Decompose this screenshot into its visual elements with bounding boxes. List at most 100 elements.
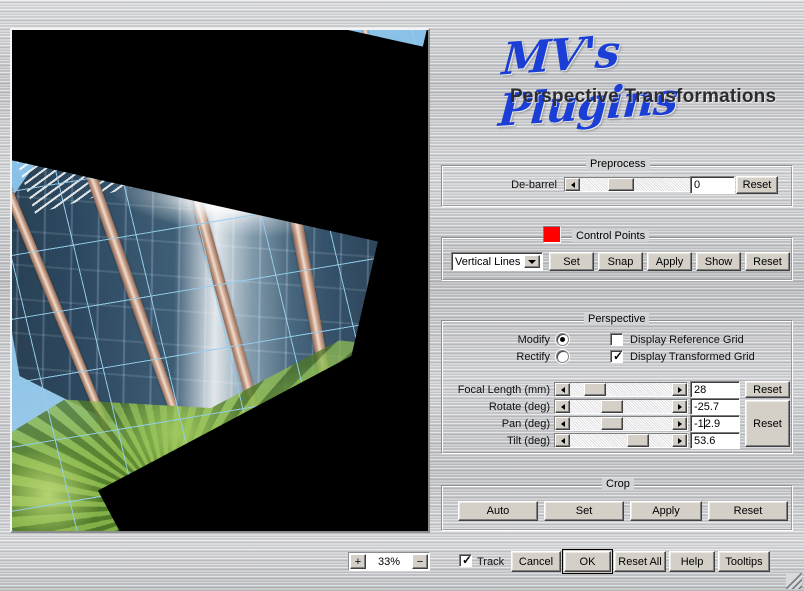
tilt-slider-right-arrow-button[interactable] (672, 434, 687, 447)
chevron-down-icon[interactable] (524, 255, 540, 268)
crop-auto-label: Auto (486, 505, 510, 517)
control-points-reset-label: Reset (753, 255, 782, 268)
control-points-set-button[interactable]: Set (549, 252, 594, 271)
control-points-snap-button[interactable]: Snap (598, 252, 643, 271)
modify-radio[interactable] (556, 333, 569, 346)
focal-length-slider-thumb[interactable] (583, 383, 606, 396)
triangle-right-icon (677, 420, 682, 427)
rotate-slider-left-arrow-button[interactable] (555, 400, 570, 413)
control-points-reset-button[interactable]: Reset (745, 252, 790, 271)
zoom-control[interactable]: + 33% − (348, 552, 430, 571)
pan-label: Pan (deg) (501, 418, 550, 430)
control-points-apply-label: Apply (655, 255, 684, 268)
crop-apply-label: Apply (652, 505, 680, 517)
perspective-reset-button[interactable]: Reset (745, 400, 790, 447)
cancel-label: Cancel (518, 555, 554, 568)
tilt-input[interactable]: 53.6 (690, 432, 740, 449)
triangle-left-icon (560, 386, 565, 393)
cancel-button[interactable]: Cancel (511, 551, 561, 572)
crop-set-button[interactable]: Set (544, 501, 624, 521)
perspective-group: Perspective Modify Rectify Display Refer… (441, 313, 793, 454)
pan-slider[interactable] (554, 416, 688, 431)
ok-label: OK (579, 555, 596, 568)
crop-group: Crop Auto Set Apply Reset (441, 478, 793, 531)
focal-length-reset-label: Reset (753, 383, 782, 396)
focal-length-input[interactable]: 28 (690, 381, 740, 398)
focal-length-reset-button[interactable]: Reset (745, 381, 790, 398)
debarrel-slider[interactable] (564, 177, 706, 192)
rotate-slider-thumb[interactable] (601, 400, 624, 413)
tilt-slider[interactable] (554, 433, 688, 448)
debarrel-slider-left-arrow-button[interactable] (565, 178, 580, 191)
zoom-out-label: − (416, 555, 424, 568)
rotate-label: Rotate (deg) (488, 401, 550, 413)
zoom-in-label: + (354, 555, 362, 568)
focal-length-label: Focal Length (mm) (457, 384, 550, 396)
debarrel-slider-thumb[interactable] (608, 178, 635, 191)
preprocess-group-title: Preprocess (586, 158, 650, 170)
triangle-down-icon (528, 259, 536, 264)
focal-length-slider-right-arrow-button[interactable] (672, 383, 687, 396)
focal-length-slider[interactable] (554, 382, 688, 397)
perspective-reset-label: Reset (753, 417, 782, 430)
rotate-input[interactable]: -25.7 (690, 398, 740, 415)
crop-apply-button[interactable]: Apply (630, 501, 702, 521)
debarrel-value-input[interactable]: 0 (690, 176, 735, 194)
control-points-mode-select[interactable]: Vertical Lines (451, 252, 543, 271)
display-transformed-grid-checkbox[interactable]: ✓ (610, 350, 623, 363)
rotate-value: -25.7 (694, 400, 720, 413)
ok-button-inner: OK (564, 551, 611, 572)
pan-value-left: -1 (694, 417, 704, 430)
crop-set-label: Set (575, 505, 593, 517)
zoom-in-button[interactable]: + (350, 554, 366, 569)
tilt-slider-thumb[interactable] (627, 434, 650, 447)
display-reference-grid-label: Display Reference Grid (630, 334, 744, 346)
reset-all-button[interactable]: Reset All (614, 551, 666, 572)
tooltips-label: Tooltips (725, 555, 763, 568)
pan-input[interactable]: -1 2.9 (690, 415, 740, 432)
rectify-label: Rectify (516, 351, 550, 363)
ok-button[interactable]: OK (562, 549, 613, 574)
rectify-radio[interactable] (556, 350, 569, 363)
help-label: Help (680, 555, 704, 568)
pan-slider-left-arrow-button[interactable] (555, 417, 570, 430)
debarrel-slider-trough[interactable] (580, 178, 690, 191)
control-points-apply-button[interactable]: Apply (647, 252, 692, 271)
pan-value-right: 2.9 (704, 417, 721, 430)
crop-reset-label: Reset (733, 505, 763, 517)
perspective-group-title: Perspective (584, 313, 650, 325)
pan-slider-thumb[interactable] (601, 417, 624, 430)
triangle-left-icon (560, 420, 565, 427)
tilt-slider-left-arrow-button[interactable] (555, 434, 570, 447)
track-checkbox[interactable]: ✓ (459, 554, 472, 567)
debarrel-reset-button[interactable]: Reset (736, 176, 778, 194)
display-reference-grid-checkbox[interactable] (610, 333, 623, 346)
triangle-left-icon (560, 403, 565, 410)
tilt-label: Tilt (deg) (507, 435, 550, 447)
help-button[interactable]: Help (669, 551, 715, 572)
pan-slider-right-arrow-button[interactable] (672, 417, 687, 430)
control-points-color-swatch[interactable] (543, 226, 561, 243)
modify-label: Modify (517, 334, 550, 346)
control-points-show-label: Show (704, 255, 733, 268)
checkmark-icon: ✓ (613, 349, 624, 363)
plugin-window: MV's Plugins Perspective Transformations… (0, 0, 804, 591)
crop-reset-button[interactable]: Reset (708, 501, 788, 521)
debarrel-value-text: 0 (694, 179, 701, 191)
zoom-level-display[interactable]: 33% (367, 554, 411, 569)
crop-group-title: Crop (602, 478, 634, 490)
focal-length-slider-left-arrow-button[interactable] (555, 383, 570, 396)
rotate-slider[interactable] (554, 399, 688, 414)
image-preview-canvas[interactable] (12, 30, 428, 531)
resize-grip-icon[interactable] (786, 573, 802, 589)
zoom-out-button[interactable]: − (412, 554, 428, 569)
control-points-show-button[interactable]: Show (696, 252, 741, 271)
tilt-slider-trough[interactable] (570, 434, 672, 447)
control-points-snap-label: Snap (607, 255, 634, 268)
triangle-left-icon (560, 437, 565, 444)
rotate-slider-right-arrow-button[interactable] (672, 400, 687, 413)
debarrel-reset-label: Reset (742, 179, 772, 191)
image-preview-frame[interactable] (10, 28, 430, 533)
tooltips-button[interactable]: Tooltips (718, 551, 770, 572)
crop-auto-button[interactable]: Auto (458, 501, 538, 521)
